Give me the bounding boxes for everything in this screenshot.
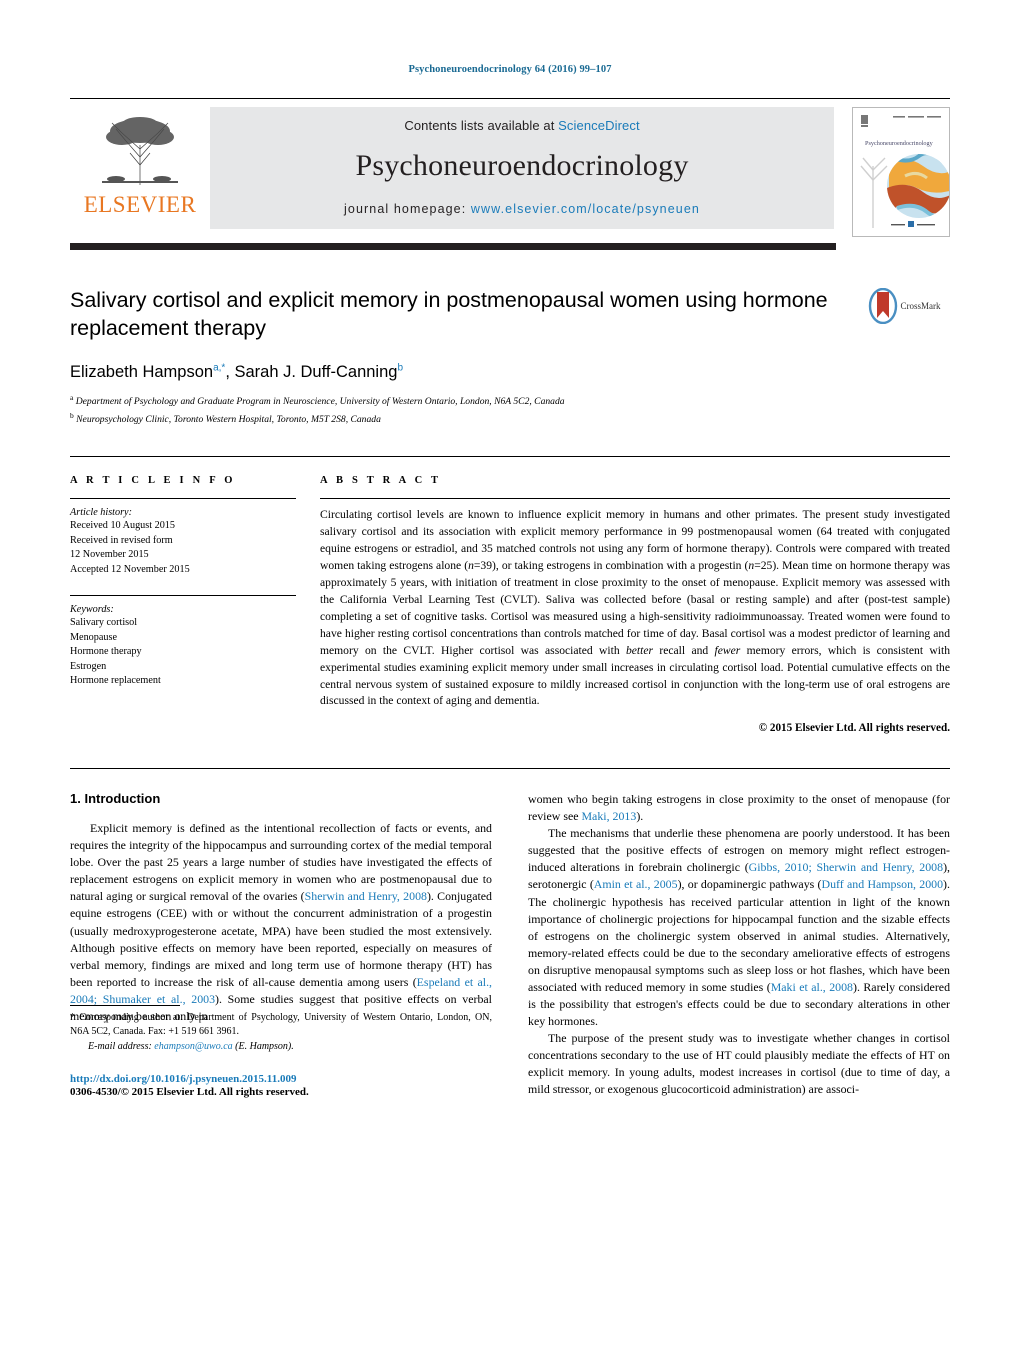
article-history-2: 12 November 2015: [70, 549, 149, 561]
abstract-heading: A B S T R A C T: [320, 475, 442, 487]
contents-available-line: Contents lists available at ScienceDirec…: [210, 107, 834, 133]
keyword-3: Estrogen: [70, 660, 107, 672]
article-history-3: Accepted 12 November 2015: [70, 563, 190, 575]
footnote-rule: [70, 1005, 180, 1007]
crossmark-badge[interactable]: CrossMark: [858, 288, 950, 329]
sciencedirect-link[interactable]: ScienceDirect: [558, 118, 640, 133]
journal-homepage-line: journal homepage: www.elsevier.com/locat…: [210, 202, 834, 216]
journal-cover-thumbnail: Psychoneuroendocrinology: [852, 107, 950, 237]
affiliation-b-text: Neuropsychology Clinic, Toronto Western …: [76, 414, 381, 426]
journal-title: Psychoneuroendocrinology: [355, 149, 689, 182]
journal-masthead: ELSEVIER Contents lists available at Sci…: [70, 98, 950, 237]
authors-line: Elizabeth Hampsona,*, Sarah J. Duff-Cann…: [70, 363, 950, 383]
email-suffix: (E. Hampson).: [235, 1040, 294, 1052]
crossmark-icon: CrossMark: [868, 288, 941, 324]
body-separator-rule: [70, 768, 950, 770]
email-link[interactable]: ehampson@uwo.ca: [154, 1041, 232, 1052]
keyword-2: Hormone therapy: [70, 646, 142, 658]
keyword-1: Menopause: [70, 631, 117, 643]
journal-homepage-link[interactable]: www.elsevier.com/locate/psyneuen: [471, 202, 700, 216]
doi-link[interactable]: http://dx.doi.org/10.1016/j.psyneuen.201…: [70, 1073, 492, 1085]
elsevier-wordmark: ELSEVIER: [83, 192, 197, 217]
email-label: E-mail address:: [88, 1040, 152, 1052]
article-info-column: A R T I C L E I N F O Article history: R…: [70, 475, 320, 734]
running-head: Psychoneuroendocrinology 64 (2016) 99–10…: [408, 64, 612, 75]
keywords-block: Keywords: Salivary cortisol Menopause Ho…: [70, 595, 296, 688]
article-history-1: Received in revised form: [70, 534, 173, 546]
paper-page: Psychoneuroendocrinology 64 (2016) 99–10…: [0, 0, 1020, 1351]
article-history-0: Received 10 August 2015: [70, 520, 175, 532]
body-column-left: 1. Introduction Explicit memory is defin…: [70, 791, 493, 1098]
email-note: E-mail address: ehampson@uwo.ca (E. Hamp…: [88, 1040, 492, 1054]
body-column-right: women who begin taking estrogens in clos…: [528, 791, 950, 1097]
keyword-0: Salivary cortisol: [70, 617, 138, 629]
intro-paragraph-1: Explicit memory is defined as the intent…: [70, 821, 493, 1023]
keywords-label: Keywords:: [70, 604, 114, 616]
affiliation-b: b Neuropsychology Clinic, Toronto Wester…: [70, 411, 381, 426]
section-heading-introduction: 1. Introduction: [70, 791, 161, 807]
intro-paragraph-3: The mechanisms that underlie these pheno…: [528, 826, 951, 1028]
corresponding-author-note: * Corresponding author at: Department of…: [70, 1012, 492, 1038]
article-history-label: Article history:: [70, 507, 132, 519]
affiliations: a Department of Psychology and Graduate …: [70, 392, 950, 428]
cover-artwork: Psychoneuroendocrinology: [853, 108, 949, 236]
crossmark-logo-shape: [868, 288, 897, 324]
affiliation-a-text: Department of Psychology and Graduate Pr…: [75, 396, 565, 408]
intro-paragraph-2: women who begin taking estrogens in clos…: [528, 792, 950, 824]
title-block: Salivary cortisol and explicit memory in…: [70, 286, 950, 428]
keywords-rule: [70, 595, 296, 597]
abstract-copyright: © 2015 Elsevier Ltd. All rights reserved…: [758, 722, 950, 735]
contents-prefix: Contents lists available at: [404, 118, 559, 133]
abstract-text: Circulating cortisol levels are known to…: [320, 508, 950, 708]
abstract-rule: [320, 498, 950, 500]
issn-copyright-line: 0306-4530/© 2015 Elsevier Ltd. All right…: [70, 1085, 309, 1098]
body-columns: 1. Introduction Explicit memory is defin…: [70, 791, 950, 1098]
svg-text:Psychoneuroendocrinology: Psychoneuroendocrinology: [865, 140, 934, 147]
footnote-block: * Corresponding author at: Department of…: [70, 1005, 492, 1098]
masthead-black-bar: [70, 243, 836, 250]
elsevier-logo: ELSEVIER: [70, 107, 210, 216]
elsevier-tree-icon: [102, 117, 178, 185]
page-title: Salivary cortisol and explicit memory in…: [70, 288, 828, 341]
homepage-prefix: journal homepage:: [344, 202, 471, 216]
crossmark-label: CrossMark: [900, 301, 941, 311]
affiliation-a: a Department of Psychology and Graduate …: [70, 393, 565, 408]
info-abstract-region: A R T I C L E I N F O Article history: R…: [70, 456, 950, 734]
keyword-4: Hormone replacement: [70, 675, 161, 687]
abstract-column: A B S T R A C T Circulating cortisol lev…: [320, 475, 950, 734]
authors-names: Elizabeth Hampsona,*, Sarah J. Duff-Cann…: [70, 362, 403, 382]
masthead-centre-panel: Contents lists available at ScienceDirec…: [210, 107, 834, 229]
intro-paragraph-4: The purpose of the present study was to …: [528, 1030, 950, 1096]
article-info-rule: [70, 498, 296, 500]
article-info-heading: A R T I C L E I N F O: [70, 475, 236, 487]
